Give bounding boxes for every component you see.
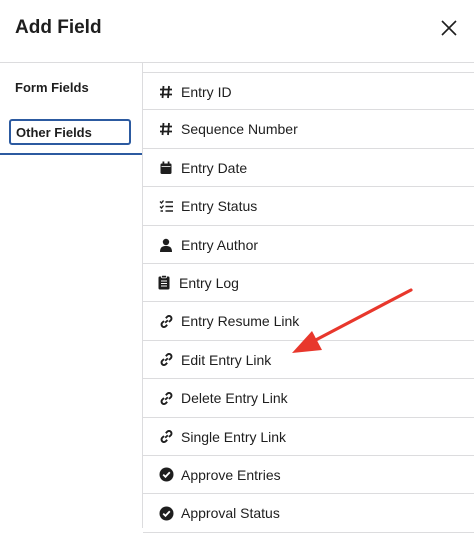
link-icon	[158, 429, 174, 445]
field-label: Edit Entry Link	[181, 351, 272, 368]
hash-icon	[158, 121, 174, 137]
hash-icon	[158, 84, 174, 100]
tab-form-fields[interactable]: Form Fields	[15, 80, 89, 95]
field-item-edit-entry-link[interactable]: Edit Entry Link	[143, 341, 474, 380]
field-label: Sequence Number	[181, 121, 298, 138]
field-item-entry-status[interactable]: Entry Status	[143, 187, 474, 226]
field-label: Single Entry Link	[181, 428, 287, 445]
clipboard-icon	[156, 275, 172, 291]
sidebar: Form Fields Other Fields	[0, 63, 143, 528]
field-label: Delete Entry Link	[181, 390, 288, 407]
link-icon	[158, 390, 174, 406]
field-item-approve-entries[interactable]: Approve Entries	[143, 456, 474, 495]
calendar-icon	[158, 160, 174, 176]
field-item-sequence-number[interactable]: Sequence Number	[143, 110, 474, 149]
field-label: Entry Log	[179, 274, 239, 291]
field-item-entry-date[interactable]: Entry Date	[143, 149, 474, 188]
check-circle-icon	[158, 505, 174, 521]
field-item-entry-log[interactable]: Entry Log	[143, 264, 474, 303]
user-icon	[158, 237, 174, 253]
modal-title: Add Field	[15, 17, 102, 38]
modal-header: Add Field	[0, 0, 474, 63]
active-tab-indicator	[0, 153, 142, 155]
link-icon	[158, 352, 174, 368]
field-label: Approve Entries	[181, 466, 281, 483]
close-button[interactable]	[436, 15, 462, 41]
link-icon	[158, 313, 174, 329]
field-list: Entry ID Sequence Number Entry Date Entr…	[143, 72, 474, 533]
field-label: Approval Status	[181, 505, 280, 522]
field-item-delete-entry-link[interactable]: Delete Entry Link	[143, 379, 474, 418]
check-circle-icon	[158, 467, 174, 483]
field-label: Entry Date	[181, 159, 248, 176]
close-icon	[441, 20, 457, 36]
field-label: Entry Author	[181, 236, 259, 253]
field-item-single-entry-link[interactable]: Single Entry Link	[143, 418, 474, 456]
field-item-entry-id[interactable]: Entry ID	[143, 72, 474, 111]
checklist-icon	[158, 198, 174, 214]
field-label: Entry ID	[181, 84, 232, 100]
field-item-approval-status[interactable]: Approval Status	[143, 494, 474, 533]
tab-other-fields[interactable]: Other Fields	[9, 119, 131, 145]
field-item-entry-resume-link[interactable]: Entry Resume Link	[143, 302, 474, 341]
field-label: Entry Status	[181, 198, 258, 215]
field-label: Entry Resume Link	[181, 313, 300, 330]
field-item-entry-author[interactable]: Entry Author	[143, 226, 474, 264]
